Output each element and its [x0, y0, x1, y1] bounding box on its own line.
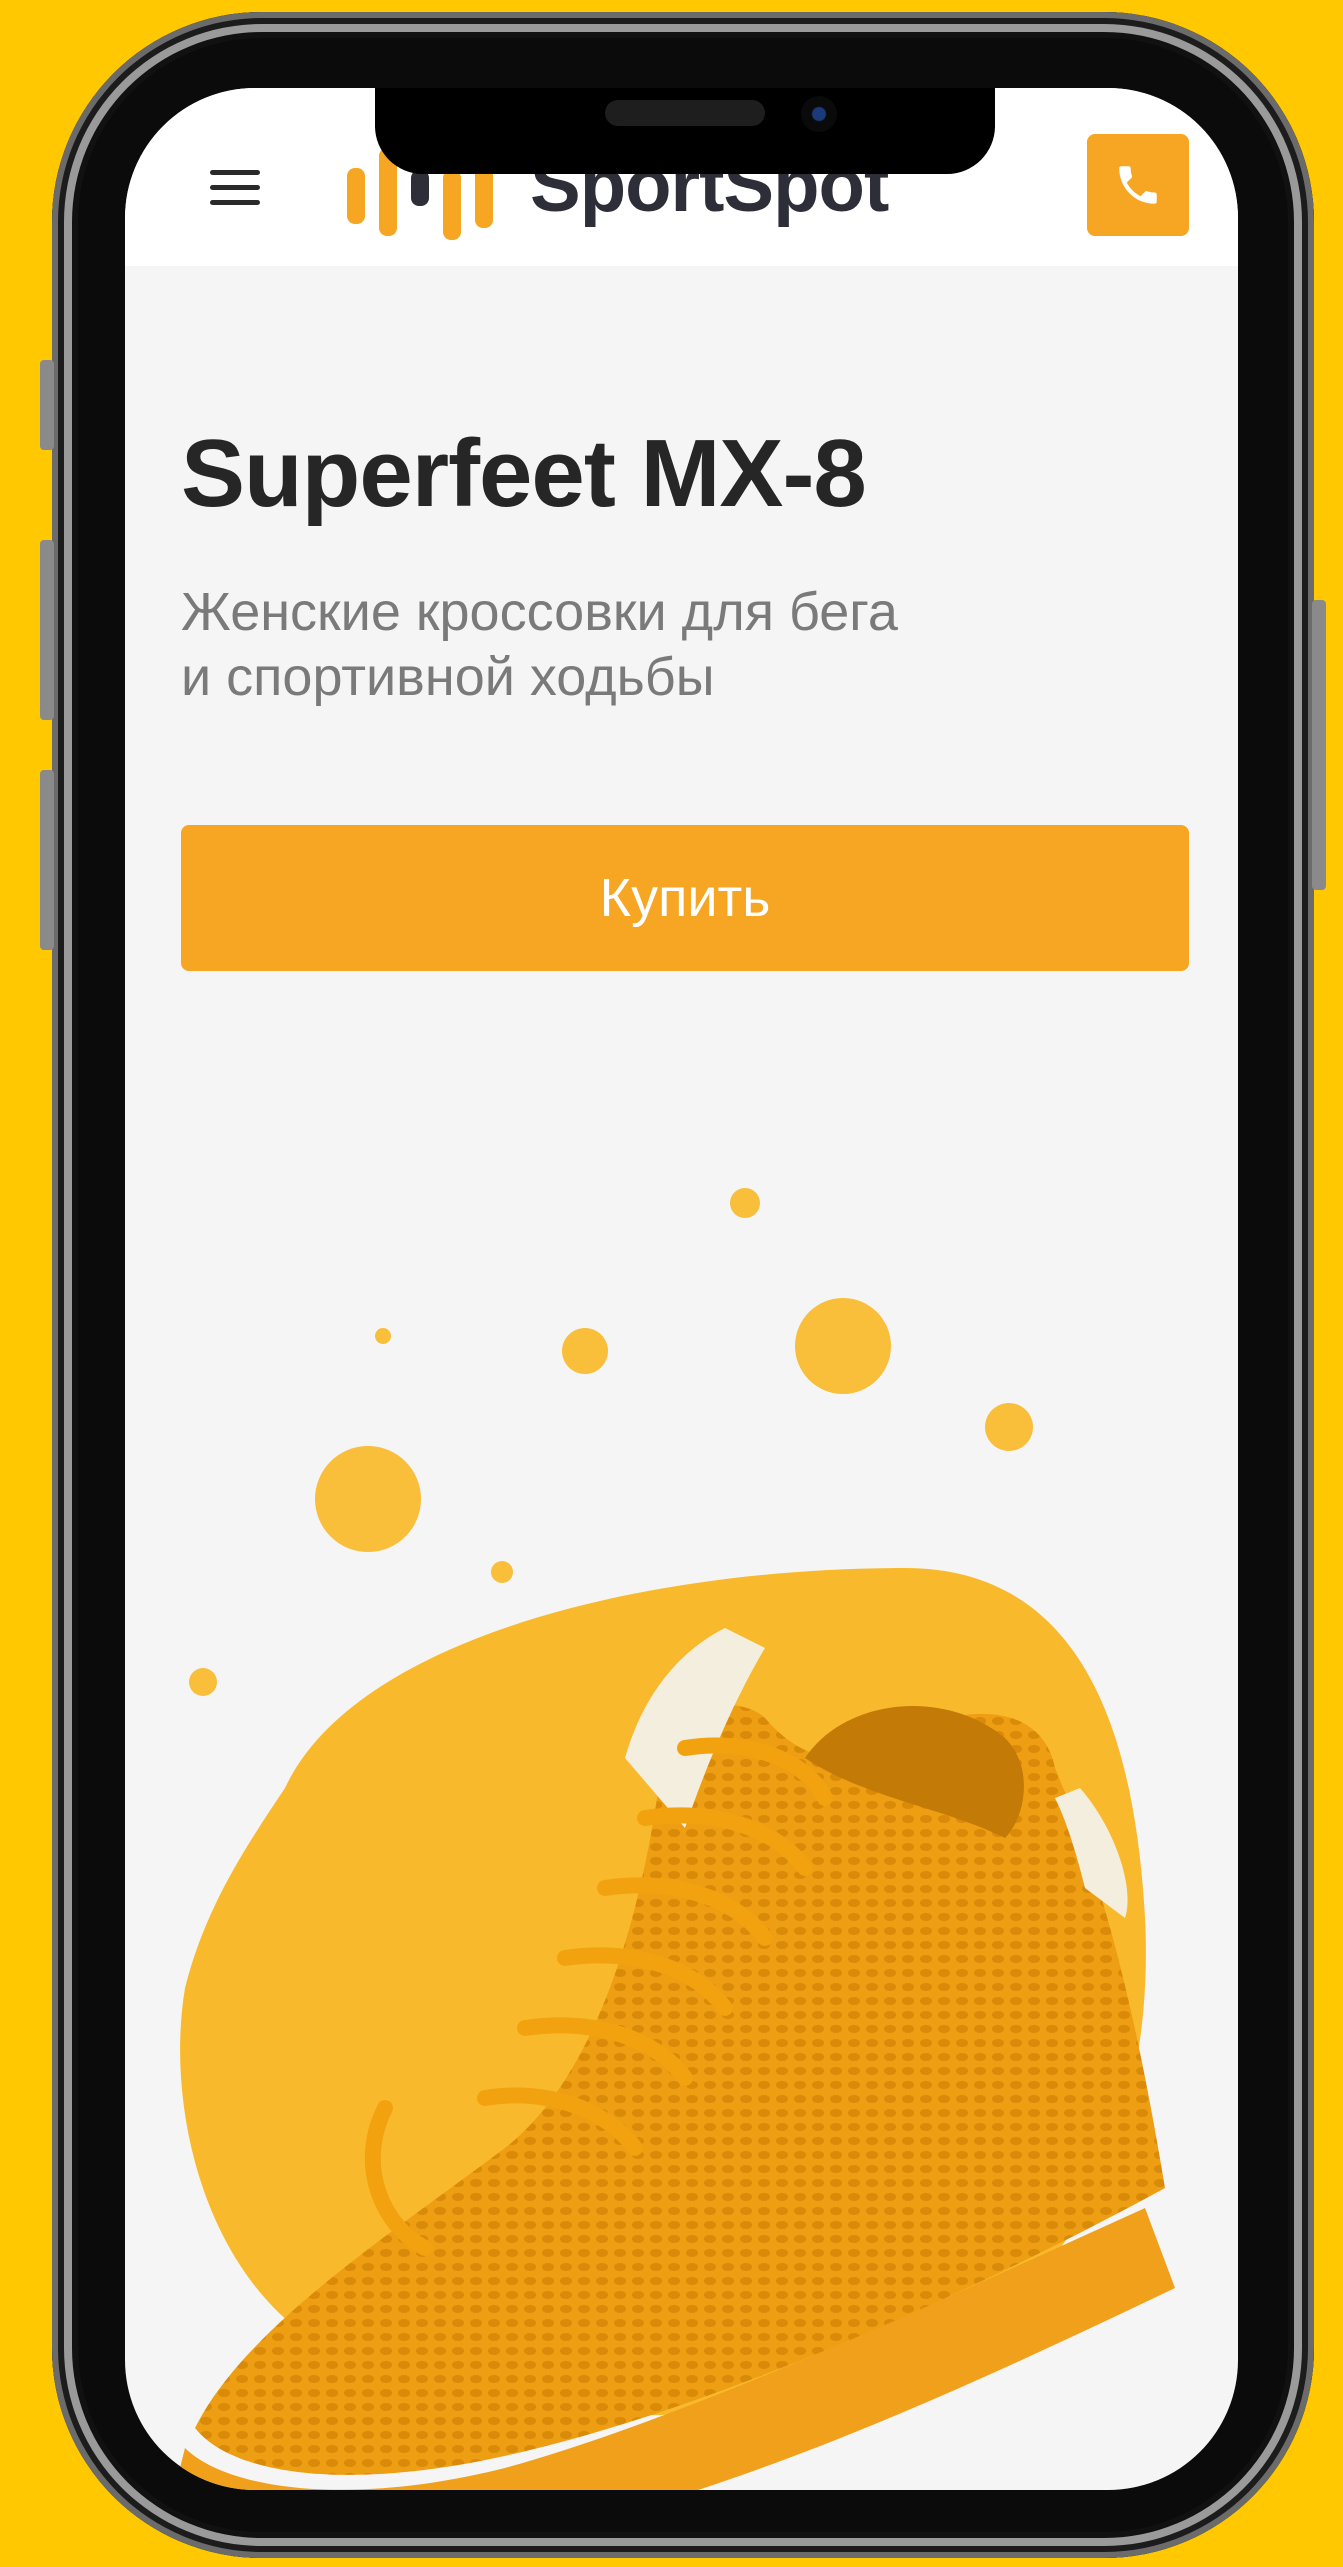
phone-icon [1119, 166, 1157, 204]
decor-bubble [375, 1328, 391, 1344]
phone-speaker [605, 100, 765, 126]
front-camera-icon [801, 96, 837, 132]
hamburger-menu-icon[interactable] [210, 170, 260, 206]
product-subtitle-line-2: и спортивной ходьбы [181, 646, 715, 707]
call-button[interactable] [1087, 134, 1189, 236]
phone-volume-up-button [40, 540, 54, 720]
decor-bubble [985, 1403, 1033, 1451]
phone-power-button [1312, 600, 1326, 890]
phone-mute-switch [40, 360, 54, 450]
phone-volume-down-button [40, 770, 54, 950]
phone-notch [375, 88, 995, 174]
decor-bubble [730, 1188, 760, 1218]
product-title: Superfeet MX-8 [181, 420, 867, 527]
decor-bubble [795, 1298, 891, 1394]
buy-button[interactable]: Купить [181, 825, 1189, 971]
product-subtitle: Женские кроссовки для бега и спортивной … [181, 580, 1081, 710]
decor-bubble [562, 1328, 608, 1374]
sneaker-image [175, 1628, 1175, 2490]
product-subtitle-line-1: Женские кроссовки для бега [181, 582, 898, 642]
phone-screen: SportSpot Superfeet MX-8 Женские кроссов… [125, 88, 1238, 2490]
